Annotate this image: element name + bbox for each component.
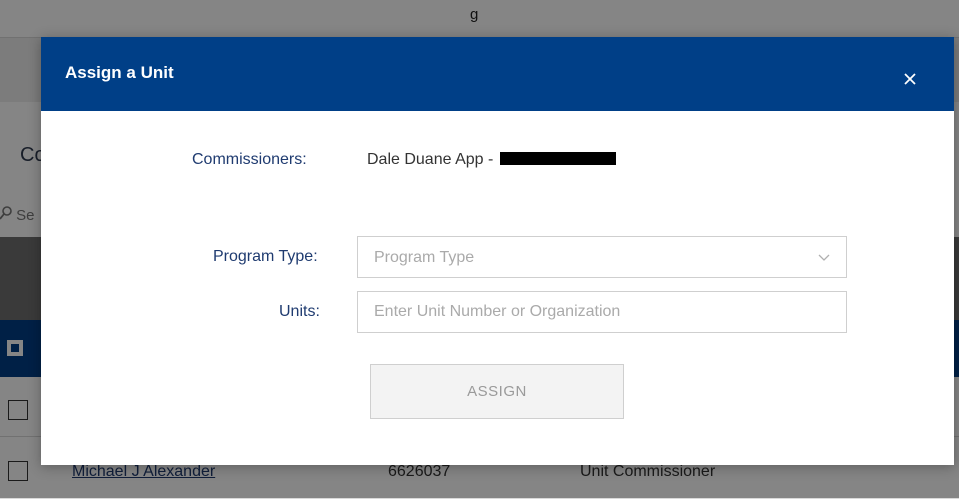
assign-unit-dialog: Assign a Unit Commissioners: Dale Duane … [41, 37, 954, 465]
units-input[interactable] [357, 291, 847, 333]
program-type-placeholder: Program Type [374, 249, 475, 266]
commissioners-label: Commissioners: [192, 151, 307, 168]
close-button[interactable] [896, 65, 924, 93]
assign-button[interactable]: ASSIGN [370, 364, 624, 419]
program-type-select[interactable]: Program Type [357, 236, 847, 278]
dialog-header: Assign a Unit [41, 37, 954, 111]
chevron-down-icon [818, 254, 830, 261]
redacted-id-block [499, 152, 616, 166]
commissioner-name: Dale Duane App - [367, 151, 494, 168]
units-label: Units: [279, 303, 320, 320]
close-icon [904, 73, 916, 85]
dialog-title: Assign a Unit [65, 63, 174, 82]
commissioners-value: Dale Duane App - [367, 151, 616, 169]
program-type-label: Program Type: [213, 248, 318, 265]
